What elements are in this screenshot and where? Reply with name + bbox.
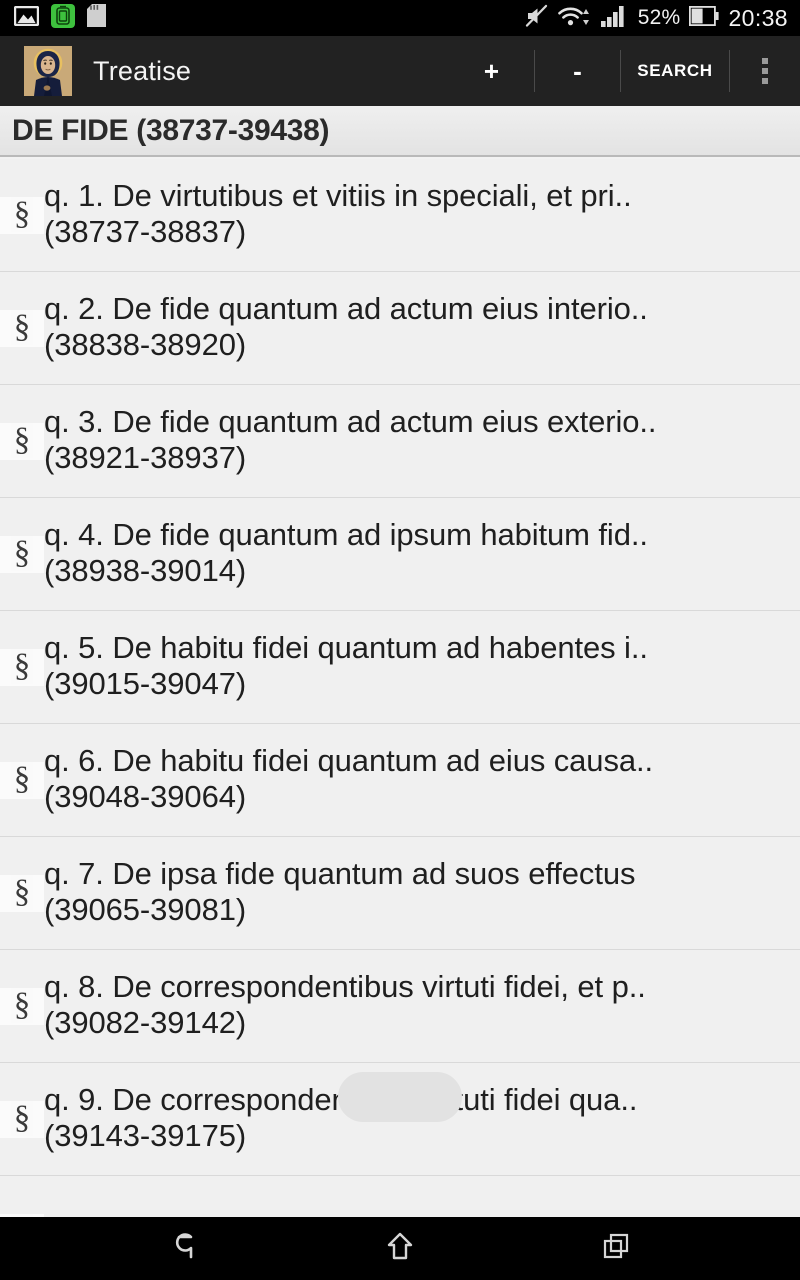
recents-icon: [599, 1229, 633, 1268]
section-marker-glyph: §: [10, 309, 34, 345]
phone-screen: 52% 20:38 Treatise + - SEARCH DE FIDE (3…: [0, 0, 800, 1280]
list-item-range: (39015-39047): [44, 665, 247, 701]
section-header: DE FIDE (38737-39438): [0, 106, 800, 157]
section-marker-icon: §: [0, 761, 44, 799]
list-item[interactable]: §q. 10. De fide quantum ad vitia opposit…: [0, 1176, 800, 1217]
list-item[interactable]: § q. 8. De correspondentibus virtuti fide…: [0, 950, 800, 1063]
list-item[interactable]: § q. 5. De habitu fidei quantum ad habent…: [0, 611, 800, 724]
action-bar: Treatise + - SEARCH: [0, 36, 800, 106]
section-marker-glyph: §: [10, 535, 34, 571]
list-item[interactable]: § q. 7. De ipsa fide quantum ad suos effe…: [0, 837, 800, 950]
list-item-title: q. 7. De ipsa fide quantum ad suos effec…: [44, 857, 636, 891]
battery-percent-label: 52%: [637, 6, 681, 29]
section-marker-glyph: §: [10, 761, 34, 797]
section-marker-glyph: §: [10, 648, 34, 684]
list-item-title: q. 4. De fide quantum ad ipsum habitum f…: [44, 518, 648, 552]
chapter-list[interactable]: § q. 1. De virtutibus et vitiis in specia…: [0, 159, 800, 1217]
list-item-body: q. 2. De fide quantum ad actum eius inte…: [44, 292, 800, 363]
list-item-title: q. 9. De correspondentibus virtuti fidei…: [44, 1083, 638, 1117]
decrease-font-button[interactable]: -: [535, 36, 620, 106]
list-item-range: (38737-38837): [44, 213, 247, 249]
back-icon: [167, 1229, 201, 1268]
list-item-body: q. 3. De fide quantum ad actum eius exte…: [44, 405, 800, 476]
app-title: Treatise: [93, 55, 192, 86]
aquinas-portrait-icon: [24, 46, 72, 96]
list-item-body: q. 5. De habitu fidei quantum ad habente…: [44, 631, 800, 702]
home-icon: [383, 1229, 417, 1268]
status-bar: 52% 20:38: [0, 0, 800, 36]
section-marker-icon: §: [0, 874, 44, 912]
list-item-range: (39082-39142): [44, 1004, 247, 1040]
overflow-menu-button[interactable]: [730, 36, 800, 106]
gallery-image-icon: [13, 5, 40, 31]
list-item-title: q. 6. De habitu fidei quantum ad eius ca…: [44, 744, 654, 778]
sd-card-icon: [87, 4, 106, 32]
clock-label: 20:38: [728, 4, 788, 31]
search-button[interactable]: SEARCH: [621, 36, 729, 106]
section-marker-icon: §: [0, 196, 44, 234]
green-app-icon: [51, 3, 75, 33]
section-marker-glyph: §: [10, 1100, 34, 1136]
list-item-range: (39143-39175): [44, 1117, 247, 1153]
list-item[interactable]: § q. 2. De fide quantum ad actum eius int…: [0, 272, 800, 385]
list-item-range: (38938-39014): [44, 552, 247, 588]
section-title: DE FIDE (38737-39438): [12, 113, 330, 147]
list-item-body: q. 8. De correspondentibus virtuti fidei…: [44, 970, 800, 1041]
back-button[interactable]: [146, 1217, 222, 1280]
list-item-title: q. 1. De virtutibus et vitiis in special…: [44, 179, 632, 213]
section-marker-icon: §: [0, 987, 44, 1025]
list-item[interactable]: § q. 1. De virtutibus et vitiis in specia…: [0, 159, 800, 272]
list-item-title: q. 2. De fide quantum ad actum eius inte…: [44, 292, 648, 326]
list-item-body: q. 7. De ipsa fide quantum ad suos effec…: [44, 857, 800, 928]
list-item-body: q. 4. De fide quantum ad ipsum habitum f…: [44, 518, 800, 589]
system-navigation-bar: [0, 1217, 800, 1280]
section-marker-icon: §: [0, 422, 44, 460]
list-item-title: q. 3. De fide quantum ad actum eius exte…: [44, 405, 657, 439]
list-item-range: (39048-39064): [44, 778, 247, 814]
list-item[interactable]: § q. 4. De fide quantum ad ipsum habitum …: [0, 498, 800, 611]
section-marker-icon: §: [0, 1100, 44, 1138]
increase-font-button[interactable]: +: [449, 36, 534, 106]
section-marker-icon: §: [0, 309, 44, 347]
mute-icon: [525, 4, 549, 33]
battery-icon: [689, 5, 720, 31]
list-item-range: (38921-38937): [44, 439, 247, 475]
section-marker-glyph: §: [10, 987, 34, 1023]
wifi-icon: [557, 4, 592, 33]
list-item-title: q. 5. De habitu fidei quantum ad habente…: [44, 631, 648, 665]
section-marker-glyph: §: [10, 422, 34, 458]
list-item[interactable]: § q. 6. De habitu fidei quantum ad eius c…: [0, 724, 800, 837]
status-bar-right-icons: 52% 20:38: [525, 4, 788, 33]
list-item-title: q. 8. De correspondentibus virtuti fidei…: [44, 970, 646, 1004]
section-marker-icon: §: [0, 535, 44, 573]
section-marker-glyph: §: [10, 196, 34, 232]
recents-button[interactable]: [578, 1217, 654, 1280]
list-item-body: q. 6. De habitu fidei quantum ad eius ca…: [44, 744, 800, 815]
status-bar-left-icons: [13, 3, 525, 33]
list-item[interactable]: § q. 3. De fide quantum ad actum eius ext…: [0, 385, 800, 498]
signal-bars-icon: [600, 5, 629, 32]
section-marker-glyph: §: [10, 874, 34, 910]
section-marker-icon: §: [0, 648, 44, 686]
list-item[interactable]: § q. 9. De correspondentibus virtuti fide…: [0, 1063, 800, 1176]
list-item-range: (39065-39081): [44, 891, 247, 927]
overflow-dots-icon: [762, 58, 768, 84]
home-button[interactable]: [362, 1217, 438, 1280]
list-item-body: q. 1. De virtutibus et vitiis in special…: [44, 179, 800, 250]
list-item-range: (38838-38920): [44, 326, 247, 362]
list-item-body: q. 9. De correspondentibus virtuti fidei…: [44, 1083, 800, 1154]
